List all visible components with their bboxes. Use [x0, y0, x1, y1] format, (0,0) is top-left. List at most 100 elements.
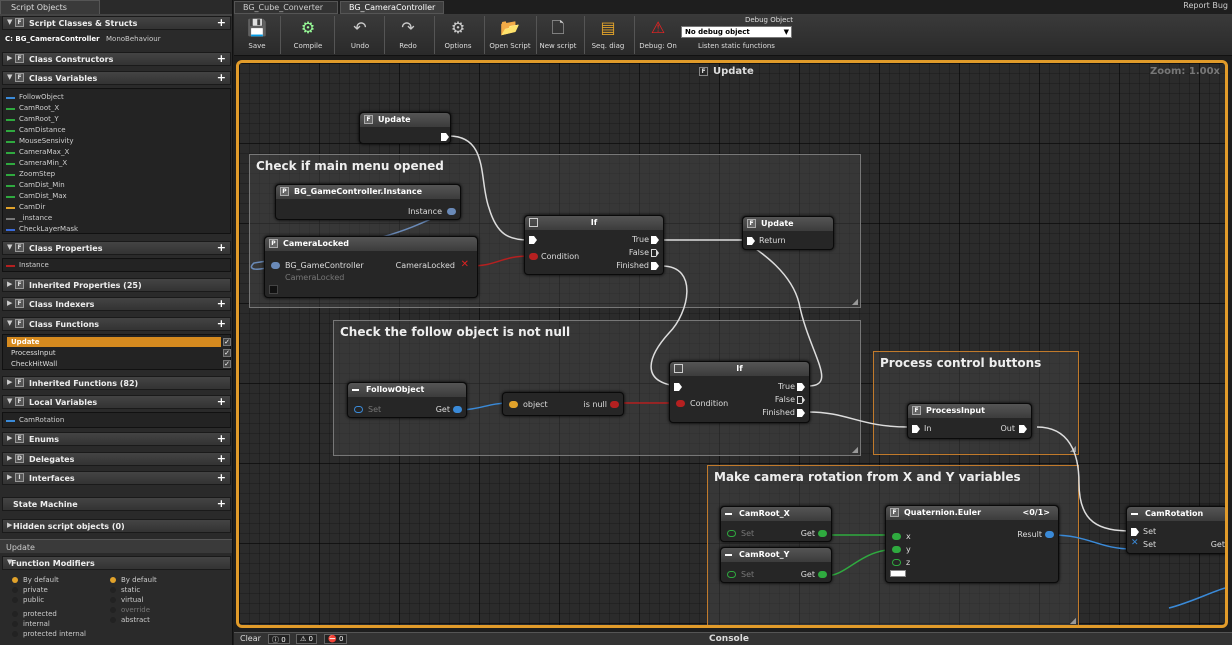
exec-out-pin[interactable] — [651, 249, 659, 257]
exec-out-pin[interactable] — [441, 133, 449, 141]
section-class-indexers[interactable]: ▶ F Class Indexers + — [2, 297, 231, 311]
options-button[interactable]: ⚙ Options — [436, 15, 480, 55]
exec-in-pin[interactable] — [529, 236, 537, 244]
function-item-processinput[interactable]: ProcessInput ✓ — [7, 348, 231, 358]
modifier-option[interactable]: virtual — [110, 596, 157, 606]
class-variable-item[interactable]: CamRoot_X — [4, 103, 228, 114]
data-out-pin[interactable] — [818, 571, 827, 578]
data-in-pin[interactable] — [892, 559, 901, 566]
add-icon[interactable]: + — [217, 71, 226, 84]
exec-out-pin[interactable] — [797, 383, 805, 391]
check-icon[interactable]: ✓ — [223, 360, 231, 368]
class-variable-item[interactable]: _instance — [4, 213, 228, 224]
data-out-pin[interactable] — [447, 208, 456, 215]
section-class-constructors[interactable]: ▶ F Class Constructors + — [2, 52, 231, 66]
node-is-null[interactable]: object is null — [502, 392, 624, 416]
compile-button[interactable]: ⚙ Compile — [286, 15, 330, 55]
node-game-controller-instance[interactable]: P BG_GameController.Instance Instance — [275, 184, 461, 220]
modifier-option[interactable]: private — [12, 586, 86, 596]
add-icon[interactable]: + — [217, 52, 226, 65]
data-out-pin[interactable] — [453, 406, 462, 413]
data-in-pin[interactable] — [892, 533, 901, 540]
error-count-badge[interactable]: ⛔ 0 — [324, 634, 348, 644]
class-variable-item[interactable]: CamRoot_Y — [4, 114, 228, 125]
exec-in-pin[interactable] — [1131, 528, 1139, 536]
save-button[interactable]: 💾 Save — [238, 15, 276, 55]
undo-button[interactable]: ↶ Undo — [338, 15, 382, 55]
section-state-machine[interactable]: State Machine + — [2, 497, 231, 511]
section-function-modifiers[interactable]: ▼ Function Modifiers — [2, 556, 231, 570]
class-variable-item[interactable]: CamDir — [4, 202, 228, 213]
section-script-classes[interactable]: ▼ F Script Classes & Structs + — [2, 16, 231, 30]
add-icon[interactable]: + — [217, 471, 226, 484]
section-inherited-functions[interactable]: ▶ F Inherited Functions (82) — [2, 376, 231, 390]
node-camroot-y[interactable]: CamRoot_Y Set Get — [720, 547, 832, 583]
seq-diag-button[interactable]: ▤ Seq. diag — [586, 15, 630, 55]
z-value-input[interactable] — [890, 570, 906, 577]
node-camroot-x[interactable]: CamRoot_X Set Get — [720, 506, 832, 542]
class-variable-item[interactable]: FollowObject — [4, 92, 228, 103]
listen-static-functions[interactable]: Listen static functions — [681, 42, 792, 50]
add-icon[interactable]: + — [217, 297, 226, 310]
graph-canvas[interactable]: F Update Zoom: 1.00x Check if main menu o… — [236, 60, 1228, 628]
node-if-main-menu[interactable]: If Condition True False Finished — [524, 215, 664, 275]
section-inherited-properties[interactable]: ▶ F Inherited Properties (25) — [2, 278, 231, 292]
exec-out-pin[interactable] — [797, 396, 805, 404]
section-class-variables[interactable]: ▼ F Class Variables + — [2, 71, 231, 85]
node-cam-rotation[interactable]: CamRotation Set ✕ Set Get — [1126, 506, 1225, 554]
data-in-pin[interactable] — [892, 546, 901, 553]
class-variable-item[interactable]: MouseSensivity — [4, 136, 228, 147]
debug-toggle-button[interactable]: ⚠ Debug: On — [636, 15, 680, 55]
list-item[interactable]: CamRotation — [4, 415, 228, 426]
tab-bg-camera-controller[interactable]: BG_CameraController — [340, 1, 444, 14]
new-script-button[interactable]: 🗋 New script — [536, 15, 580, 55]
section-class-properties[interactable]: ▼ F Class Properties + — [2, 241, 231, 255]
modifier-option[interactable]: protected internal — [12, 630, 86, 640]
exec-out-pin[interactable] — [1019, 425, 1027, 433]
modifier-option[interactable]: public — [12, 596, 86, 610]
add-icon[interactable]: + — [217, 241, 226, 254]
class-variable-item[interactable]: ZoomStep — [4, 169, 228, 180]
report-bug-link[interactable]: Report Bug — [1183, 1, 1228, 10]
console-clear-button[interactable]: Clear — [240, 634, 261, 643]
data-out-pin[interactable] — [818, 530, 827, 537]
section-enums[interactable]: ▶ E Enums + — [2, 432, 231, 446]
data-in-pin[interactable] — [271, 262, 280, 269]
section-delegates[interactable]: ▶ D Delegates + — [2, 452, 231, 466]
function-item-checkhitwall[interactable]: CheckHitWall ✓ — [7, 359, 231, 369]
modifier-option[interactable]: internal — [12, 620, 86, 630]
bottom-tab[interactable]: Update — [6, 543, 35, 552]
script-objects-tab[interactable]: Script Objects — [0, 0, 100, 14]
add-icon[interactable]: + — [217, 16, 226, 29]
add-icon[interactable]: + — [217, 317, 226, 330]
invalid-pin-icon[interactable]: ✕ — [461, 259, 469, 270]
list-item[interactable]: Instance — [4, 260, 228, 271]
data-out-pin[interactable] — [610, 401, 619, 408]
class-variable-item[interactable]: CamDistance — [4, 125, 228, 136]
data-in-pin[interactable] — [354, 406, 363, 413]
section-interfaces[interactable]: ▶ I Interfaces + — [2, 471, 231, 485]
data-in-pin[interactable] — [727, 530, 736, 537]
function-item-update[interactable]: Update ✓ — [7, 337, 231, 347]
add-icon[interactable]: + — [217, 395, 226, 408]
class-variable-item[interactable]: CamDist_Max — [4, 191, 228, 202]
data-in-pin[interactable] — [529, 253, 538, 260]
modifier-option[interactable]: By default — [110, 576, 157, 586]
class-variable-item[interactable]: CamDist_Min — [4, 180, 228, 191]
modifier-option[interactable]: static — [110, 586, 157, 596]
data-in-pin[interactable] — [727, 571, 736, 578]
section-class-functions[interactable]: ▼ F Class Functions + — [2, 317, 231, 331]
tab-bg-cube-converter[interactable]: BG_Cube_Converter — [234, 1, 338, 14]
section-local-variables[interactable]: ▼ F Local Variables + — [2, 395, 231, 409]
data-in-pin[interactable] — [676, 400, 685, 407]
warning-count-badge[interactable]: ⚠ 0 — [296, 634, 317, 644]
node-toggle[interactable] — [269, 285, 278, 294]
check-icon[interactable]: ✓ — [223, 349, 231, 357]
exec-in-pin[interactable] — [747, 237, 755, 245]
section-hidden-objects[interactable]: ▶ Hidden script objects (0) — [2, 519, 231, 533]
redo-button[interactable]: ↷ Redo — [386, 15, 430, 55]
node-update-event[interactable]: F Update — [359, 112, 451, 144]
data-out-pin[interactable] — [1045, 531, 1054, 538]
add-icon[interactable]: + — [217, 452, 226, 465]
debug-object-select[interactable]: No debug object ▼ — [681, 26, 792, 38]
